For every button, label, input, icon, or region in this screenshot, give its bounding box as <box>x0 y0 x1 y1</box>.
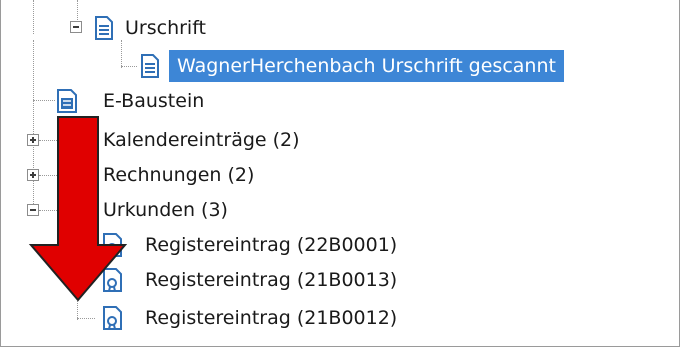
red-down-arrow-annotation <box>28 116 128 302</box>
tree-view: Urschrift WagnerHerchenbach Urschrift ge… <box>0 0 680 347</box>
